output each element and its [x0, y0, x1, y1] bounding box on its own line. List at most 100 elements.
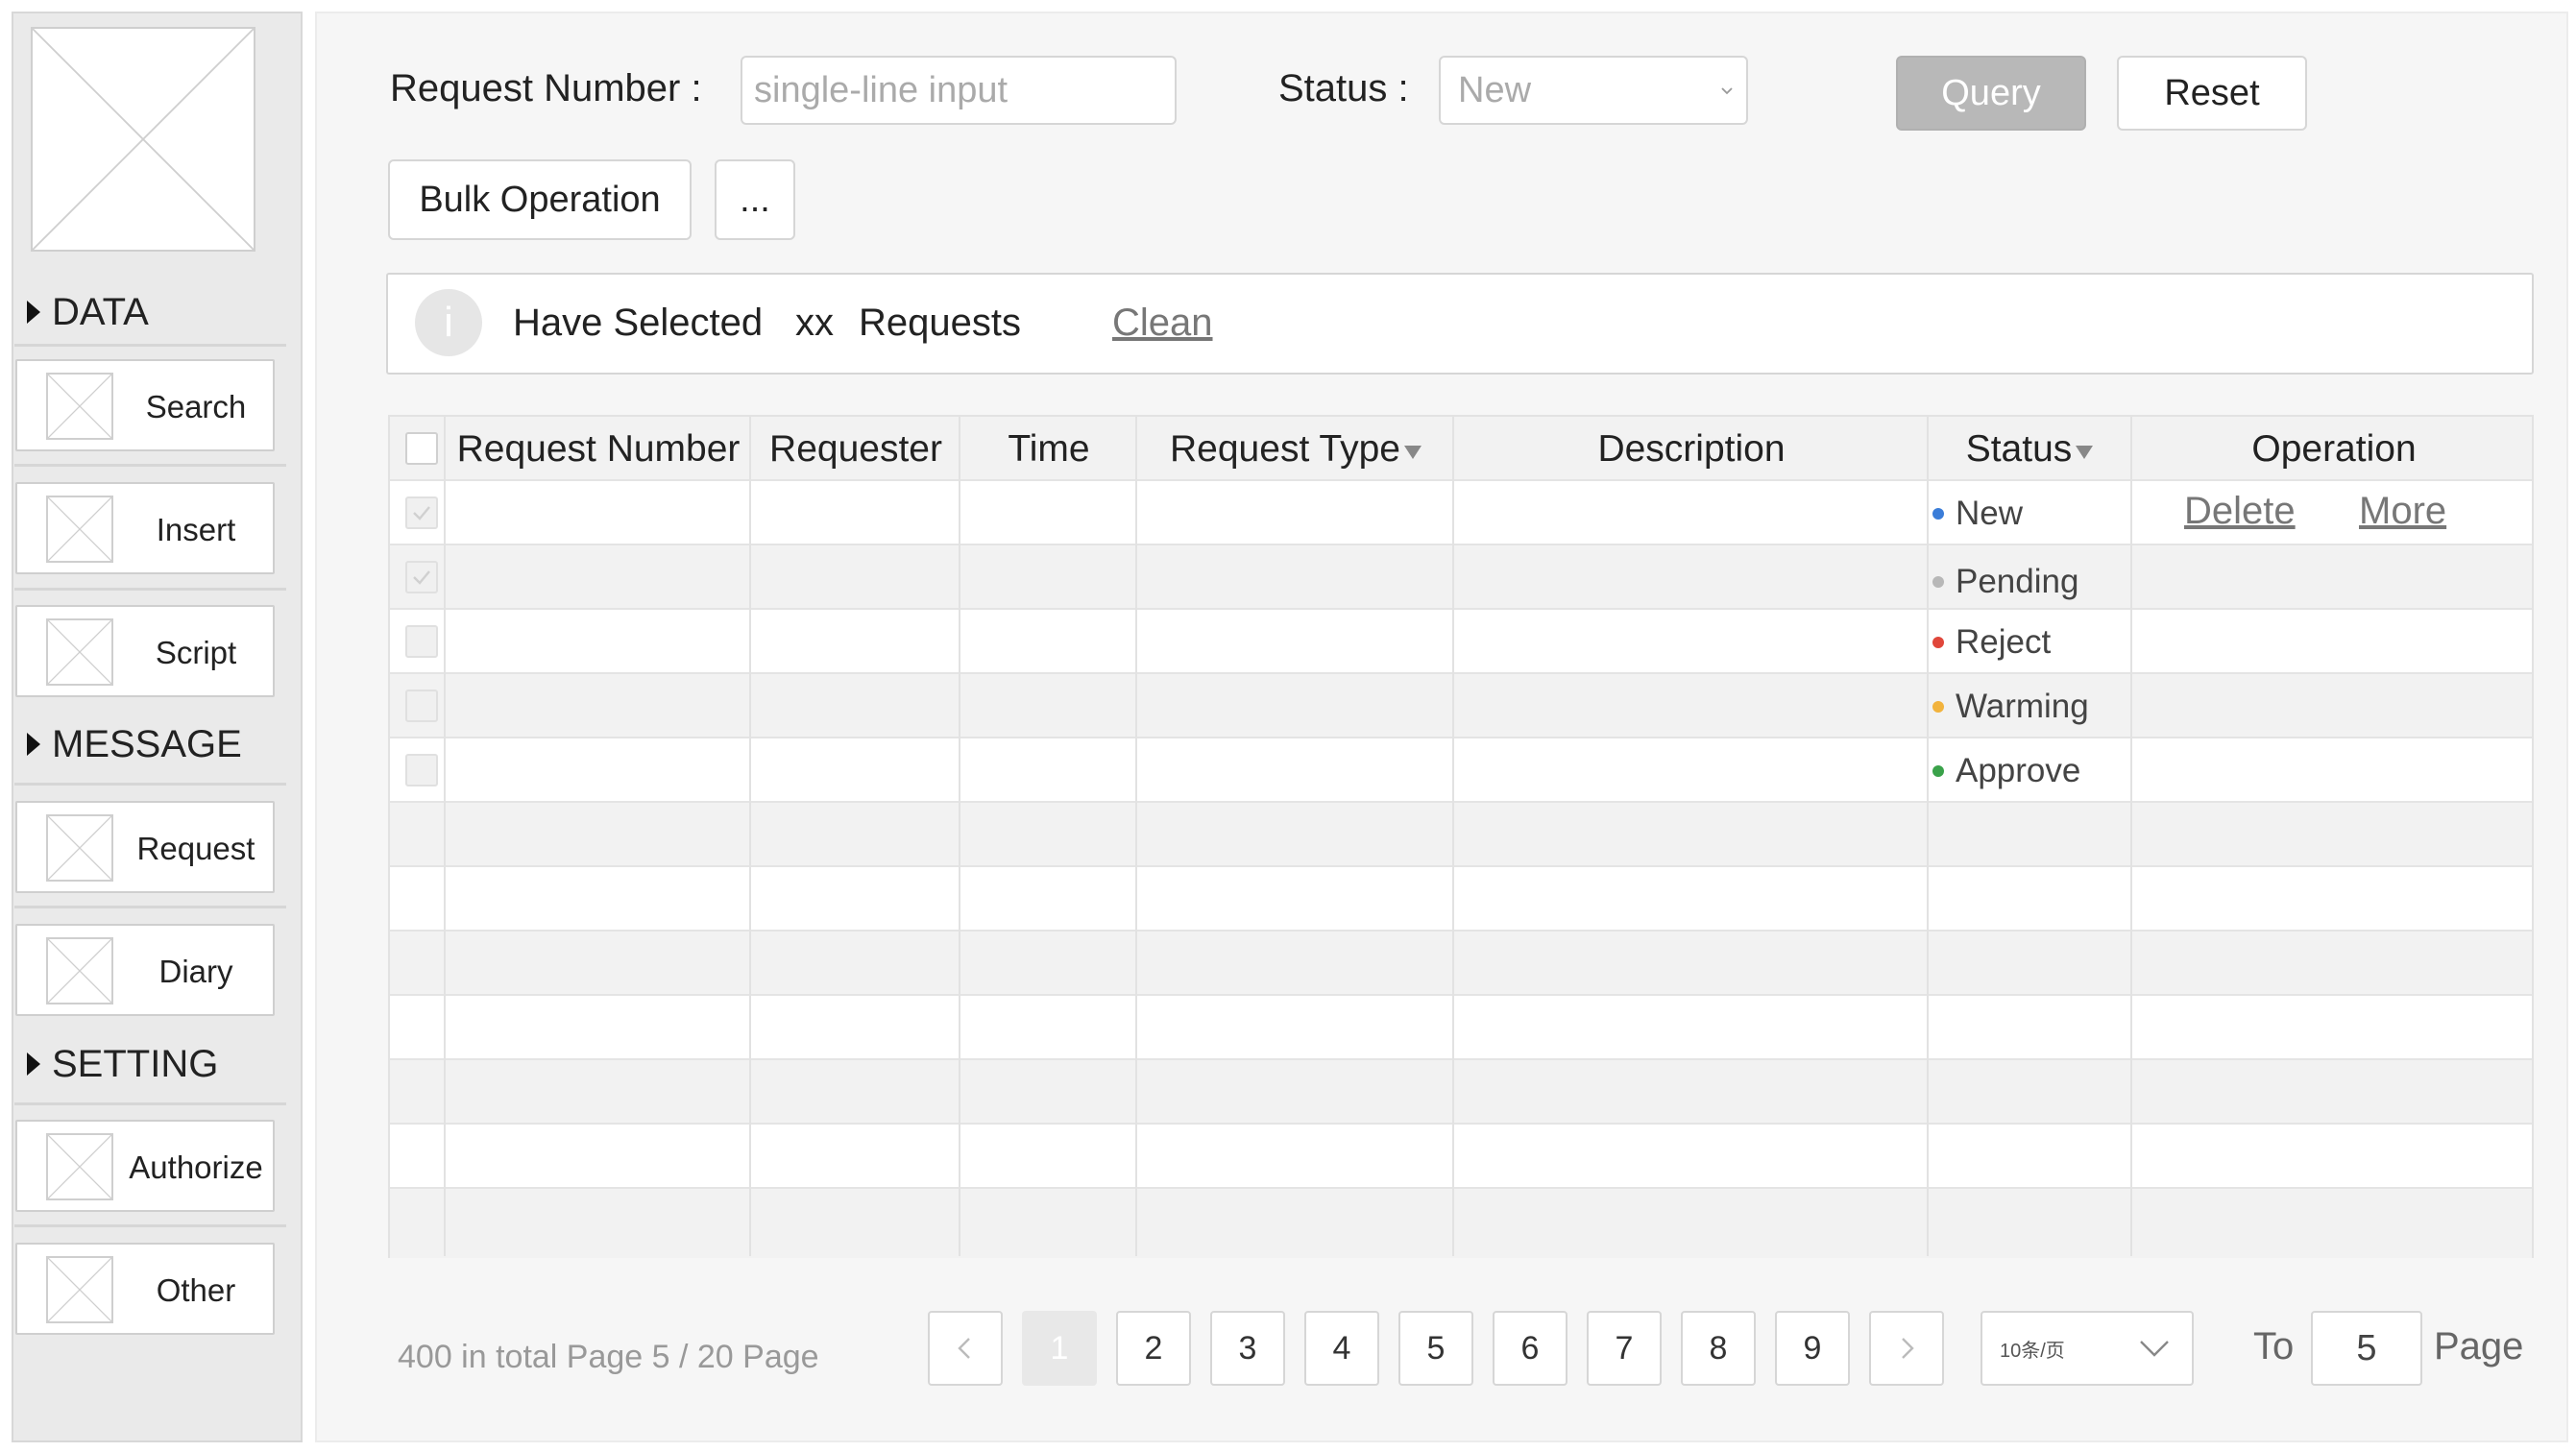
- caret-right-icon: [27, 733, 40, 756]
- page-button-6[interactable]: 6: [1493, 1311, 1567, 1386]
- row-checkbox[interactable]: [405, 690, 438, 722]
- table-row[interactable]: New Delete More: [390, 481, 2532, 545]
- status-text: Warming: [1956, 687, 2089, 725]
- divider: [14, 464, 286, 467]
- table-row[interactable]: Reject: [390, 610, 2532, 674]
- status-cell: Reject: [1932, 610, 2051, 674]
- clean-selection-link[interactable]: Clean: [1112, 302, 1213, 345]
- divider: [14, 1102, 286, 1105]
- status-cell: Pending: [1932, 549, 2078, 614]
- divider: [14, 783, 286, 786]
- sidebar-item-label: Search: [145, 389, 247, 424]
- requests-table: Request Number Requester Time Request Ty…: [388, 415, 2534, 1258]
- page-button-2[interactable]: 2: [1116, 1311, 1191, 1386]
- sidebar-item-search[interactable]: Search: [15, 359, 275, 451]
- column-header-label: Description: [1597, 427, 1786, 470]
- table-row: [390, 996, 2532, 1060]
- chevron-down-icon: [2140, 1341, 2169, 1357]
- sidebar-item-authorize[interactable]: Authorize: [15, 1120, 275, 1212]
- divider: [14, 344, 286, 347]
- column-header-operation: Operation: [2132, 417, 2536, 481]
- delete-link[interactable]: Delete: [2184, 490, 2296, 533]
- page-size-select[interactable]: 10条/页: [1981, 1311, 2194, 1386]
- status-dot-icon: [1932, 764, 1944, 777]
- column-header-label: Operation: [2251, 427, 2417, 470]
- more-actions-button[interactable]: ...: [715, 159, 795, 240]
- next-page-button[interactable]: [1869, 1311, 1944, 1386]
- column-divider: [959, 417, 960, 1256]
- column-header-description[interactable]: Description: [1454, 417, 1929, 481]
- status-dot-icon: [1932, 507, 1944, 520]
- page-button-5[interactable]: 5: [1398, 1311, 1473, 1386]
- status-cell: Approve: [1932, 738, 2080, 803]
- column-header-request-number[interactable]: Request Number: [446, 417, 751, 481]
- column-header-label: Status: [1965, 427, 2073, 470]
- goto-suffix: Page: [2434, 1325, 2524, 1367]
- sidebar-section-message[interactable]: MESSAGE: [27, 719, 242, 769]
- caret-right-icon: [27, 1053, 40, 1076]
- sidebar-item-diary[interactable]: Diary: [15, 924, 275, 1016]
- sidebar-section-data[interactable]: DATA: [27, 287, 149, 337]
- sidebar-section-title: MESSAGE: [52, 722, 242, 765]
- status-label: Status :: [1278, 67, 1409, 109]
- page-button-3[interactable]: 3: [1210, 1311, 1285, 1386]
- table-row[interactable]: Approve: [390, 738, 2532, 803]
- row-checkbox[interactable]: [405, 625, 438, 658]
- column-divider: [1135, 417, 1137, 1256]
- page-button-4[interactable]: 4: [1304, 1311, 1379, 1386]
- image-placeholder-icon: [46, 814, 113, 882]
- status-select[interactable]: New: [1439, 56, 1748, 125]
- reset-button[interactable]: Reset: [2117, 56, 2307, 131]
- caret-right-icon: [27, 301, 40, 324]
- checkmark-icon: [413, 506, 430, 520]
- more-link[interactable]: More: [2359, 490, 2446, 533]
- goto-prefix: To: [2253, 1325, 2295, 1367]
- column-header-label: Request Type: [1170, 427, 1400, 470]
- sidebar-section-title: DATA: [52, 290, 149, 333]
- column-header-status[interactable]: Status: [1929, 417, 2130, 481]
- table-row: [390, 867, 2532, 932]
- sidebar-item-insert[interactable]: Insert: [15, 482, 275, 574]
- goto-page-input[interactable]: 5: [2311, 1311, 2422, 1386]
- sidebar-item-label: Insert: [156, 512, 236, 547]
- row-checkbox[interactable]: [405, 561, 438, 593]
- sidebar-section-setting[interactable]: SETTING: [27, 1039, 218, 1089]
- table-header-row: Request Number Requester Time Request Ty…: [390, 417, 2532, 481]
- filter-icon[interactable]: [1403, 445, 1422, 459]
- column-header-request-type[interactable]: Request Type: [1137, 417, 1454, 481]
- query-button[interactable]: Query: [1896, 56, 2086, 131]
- status-text: Approve: [1956, 751, 2081, 789]
- image-placeholder-icon: [46, 373, 113, 440]
- table-row[interactable]: Pending: [390, 545, 2532, 610]
- row-checkbox[interactable]: [405, 754, 438, 786]
- filter-icon[interactable]: [2076, 445, 2094, 459]
- request-number-input[interactable]: single-line input: [741, 56, 1177, 125]
- row-checkbox[interactable]: [405, 496, 438, 529]
- column-header-label: Time: [1008, 427, 1090, 470]
- table-row: [390, 932, 2532, 996]
- status-text: New: [1956, 494, 2024, 532]
- page-button-7[interactable]: 7: [1587, 1311, 1662, 1386]
- sidebar-item-request[interactable]: Request: [15, 801, 275, 893]
- column-divider: [1927, 417, 1929, 1256]
- status-dot-icon: [1932, 636, 1944, 648]
- divider: [14, 906, 286, 908]
- pagination-summary: 400 in total Page 5 / 20 Page: [398, 1339, 819, 1375]
- column-header-time[interactable]: Time: [960, 417, 1137, 481]
- request-number-label: Request Number :: [390, 67, 702, 109]
- page-button-9[interactable]: 9: [1775, 1311, 1850, 1386]
- column-header-requester[interactable]: Requester: [751, 417, 960, 481]
- status-dot-icon: [1932, 575, 1944, 588]
- page-button-8[interactable]: 8: [1681, 1311, 1756, 1386]
- prev-page-button[interactable]: [928, 1311, 1003, 1386]
- bulk-operation-button[interactable]: Bulk Operation: [388, 159, 692, 240]
- table-row[interactable]: Warming: [390, 674, 2532, 738]
- page-button-1[interactable]: 1: [1022, 1311, 1097, 1386]
- sidebar-item-script[interactable]: Script: [15, 605, 275, 697]
- sidebar-item-other[interactable]: Other: [15, 1243, 275, 1335]
- selection-count: xx: [795, 302, 834, 344]
- table-row: [390, 1189, 2532, 1258]
- select-all-checkbox[interactable]: [405, 432, 438, 465]
- image-placeholder-icon: [46, 1133, 113, 1200]
- checkmark-icon: [413, 570, 430, 585]
